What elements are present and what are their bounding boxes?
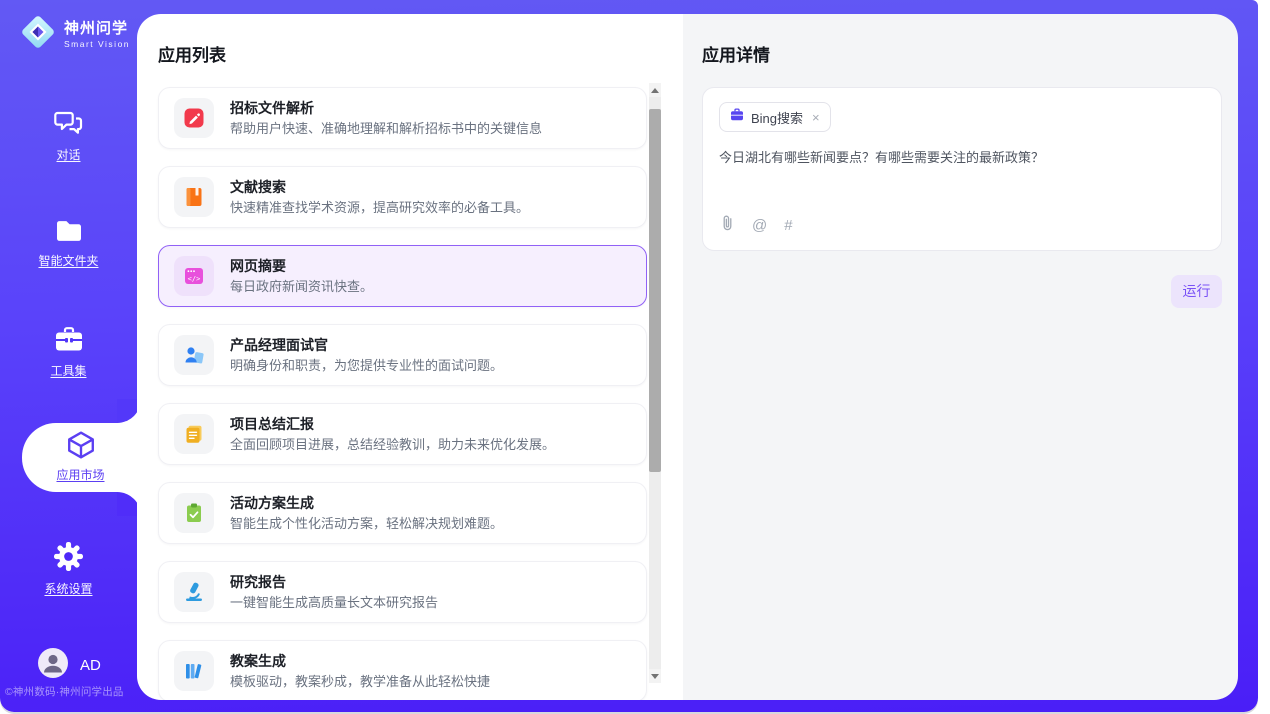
user-account[interactable]: AD [38, 648, 101, 683]
sidebar: 神州问学 Smart Vision 对话 [0, 0, 137, 712]
run-button[interactable]: 运行 [1171, 275, 1222, 308]
run-row: 运行 [702, 275, 1222, 308]
scroll-down-button[interactable] [649, 669, 661, 683]
books-icon [174, 651, 214, 691]
paperclip-icon[interactable] [720, 214, 735, 237]
gear-icon [54, 542, 83, 576]
logo-subtitle: Smart Vision [64, 40, 130, 49]
sidebar-item-chat[interactable]: 对话 [0, 110, 137, 163]
app-card-desc: 帮助用户快速、准确地理解和解析招标书中的关键信息 [230, 120, 542, 137]
app-card-title: 网页摘要 [230, 257, 373, 275]
hash-icon[interactable]: # [784, 218, 792, 233]
close-icon[interactable]: × [812, 111, 820, 124]
app-card-desc: 全面回顾项目进展，总结经验教训，助力未来优化发展。 [230, 436, 555, 453]
app-card-title: 招标文件解析 [230, 99, 542, 117]
sidebar-item-label: 工具集 [0, 362, 137, 379]
copyright-text: ©神州数码·神州问学出品 [5, 684, 137, 699]
cube-icon [66, 447, 96, 464]
clipboard-icon [174, 493, 214, 533]
app-detail-title: 应用详情 [702, 41, 1222, 66]
chat-icon [54, 110, 84, 142]
sidebar-item-settings[interactable]: 系统设置 [0, 542, 137, 597]
app-card-desc: 明确身份和职责，为您提供专业性的面试问题。 [230, 357, 503, 374]
notes-icon [174, 414, 214, 454]
sidebar-item-label: 智能文件夹 [0, 252, 137, 269]
app-card-desc: 模板驱动，教案秒成，教学准备从此轻松快捷 [230, 673, 490, 690]
app-card-title: 产品经理面试官 [230, 336, 503, 354]
app-cards: 招标文件解析 帮助用户快速、准确地理解和解析招标书中的关键信息 [158, 87, 647, 700]
tool-tag-bing-search[interactable]: Bing搜索 × [719, 102, 831, 132]
sidebar-item-smart-folder[interactable]: 智能文件夹 [0, 219, 137, 269]
sidebar-item-toolset[interactable]: 工具集 [0, 327, 137, 379]
logo-title: 神州问学 [64, 20, 128, 37]
content-wrapper: 应用列表 招标文件解析 帮助用户快速、准确地理解和解析招标书 [137, 14, 1238, 700]
app-list-panel: 应用列表 招标文件解析 帮助用户快速、准确地理解和解析招标书 [137, 14, 683, 700]
research-icon [174, 572, 214, 612]
query-input[interactable]: 今日湖北有哪些新闻要点？有哪些需要关注的最新政策？ [719, 149, 1205, 167]
app-detail-panel: 应用详情 Bing搜索 × 今日湖北有哪些新闻要点？ [683, 14, 1238, 700]
scrollbar-thumb[interactable] [649, 109, 661, 472]
svg-text:</>: </> [188, 275, 201, 283]
app-card-lesson-plan[interactable]: 教案生成 模板驱动，教案秒成，教学准备从此轻松快捷 [158, 640, 647, 700]
at-icon[interactable]: @ [752, 218, 767, 233]
folder-icon [55, 219, 83, 248]
tool-tag-label: Bing搜索 [751, 108, 803, 127]
webpage-icon: </> [174, 256, 214, 296]
app-card-title: 文献搜索 [230, 178, 529, 196]
app-card-desc: 每日政府新闻资讯快查。 [230, 278, 373, 295]
page: 神州问学 Smart Vision 对话 [0, 0, 1270, 714]
app-logo: 神州问学 Smart Vision [20, 14, 130, 55]
sidebar-item-app-market[interactable]: 应用市场 [22, 423, 139, 492]
query-card[interactable]: Bing搜索 × 今日湖北有哪些新闻要点？有哪些需要关注的最新政策？ @ # [702, 87, 1222, 251]
sidebar-item-label: 系统设置 [0, 580, 137, 597]
book-icon [174, 177, 214, 217]
interviewer-icon [174, 335, 214, 375]
scroll-up-button[interactable] [649, 83, 661, 97]
app-card-title: 教案生成 [230, 652, 490, 670]
sidebar-item-label: 对话 [0, 146, 137, 163]
avatar-icon [38, 648, 68, 683]
app-card-literature-search[interactable]: 文献搜索 快速精准查找学术资源，提高研究效率的必备工具。 [158, 166, 647, 228]
app-list-title: 应用列表 [158, 41, 647, 66]
app-card-desc: 一键智能生成高质量长文本研究报告 [230, 594, 438, 611]
app-card-desc: 智能生成个性化活动方案，轻松解决规划难题。 [230, 515, 503, 532]
app-window: 神州问学 Smart Vision 对话 [0, 0, 1258, 712]
app-card-research-report[interactable]: 研究报告 一键智能生成高质量长文本研究报告 [158, 561, 647, 623]
app-card-title: 活动方案生成 [230, 494, 503, 512]
app-card-title: 研究报告 [230, 573, 438, 591]
app-card-pm-interviewer[interactable]: 产品经理面试官 明确身份和职责，为您提供专业性的面试问题。 [158, 324, 647, 386]
app-card-desc: 快速精准查找学术资源，提高研究效率的必备工具。 [230, 199, 529, 216]
app-card-activity-plan[interactable]: 活动方案生成 智能生成个性化活动方案，轻松解决规划难题。 [158, 482, 647, 544]
briefcase-icon [730, 108, 744, 127]
app-card-webpage-summary[interactable]: </> 网页摘要 每日政府新闻资讯快查。 [158, 245, 647, 307]
input-toolbar: @ # [720, 214, 793, 237]
app-card-project-summary[interactable]: 项目总结汇报 全面回顾项目进展，总结经验教训，助力未来优化发展。 [158, 403, 647, 465]
app-card-title: 项目总结汇报 [230, 415, 555, 433]
list-scrollbar[interactable] [649, 83, 661, 683]
sidebar-item-label: 应用市场 [22, 466, 139, 483]
app-card-tender-parse[interactable]: 招标文件解析 帮助用户快速、准确地理解和解析招标书中的关键信息 [158, 87, 647, 149]
toolbox-icon [54, 327, 84, 358]
user-initials: AD [80, 657, 101, 674]
tender-doc-icon [174, 98, 214, 138]
diamond-logo-icon [20, 14, 56, 55]
